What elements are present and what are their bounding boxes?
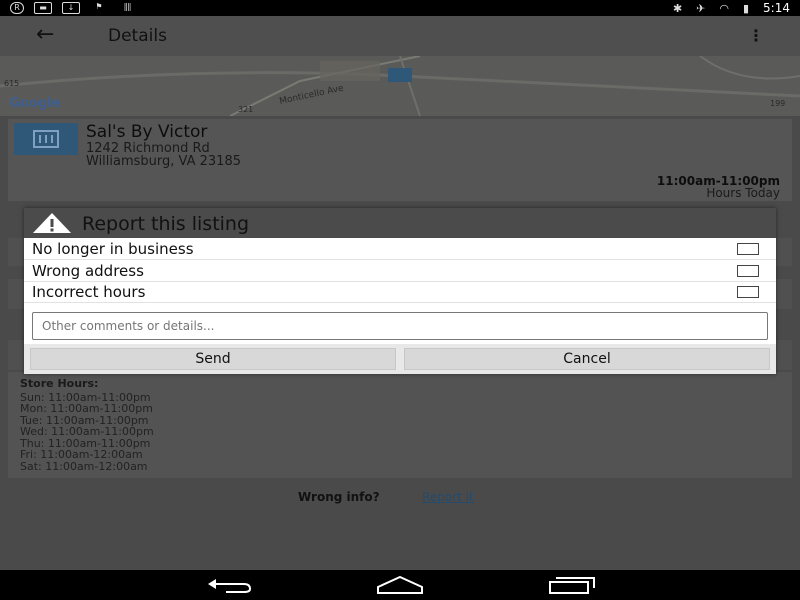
wifi-icon: ◠ — [719, 1, 729, 15]
business-icon — [14, 123, 78, 155]
option-incorrect-hours[interactable]: Incorrect hours — [24, 282, 776, 303]
dialog-title: Report this listing — [82, 213, 250, 235]
road-label: 321 — [238, 105, 253, 114]
option-no-longer-in-business[interactable]: No longer in business — [24, 239, 776, 260]
option-label: Wrong address — [32, 262, 144, 280]
battery-icon: ▮ — [742, 1, 750, 15]
warning-icon — [33, 213, 71, 233]
checkbox[interactable] — [737, 265, 759, 277]
map-view[interactable]: Monticello Ave 321 615 199 — [0, 56, 800, 116]
flag-icon: ⚑ — [95, 2, 103, 11]
page-title: Details — [108, 26, 167, 46]
overflow-menu-icon[interactable]: ⋮ — [748, 26, 764, 45]
dialog-button-bar: Send Cancel — [24, 344, 776, 374]
road-label: 615 — [4, 79, 19, 88]
checkbox[interactable] — [737, 286, 759, 298]
road-label: 199 — [770, 99, 785, 108]
wrong-info-text: Wrong info? — [298, 490, 380, 504]
business-name: Sal's By Victor — [86, 122, 208, 142]
report-listing-dialog: Report this listing No longer in busines… — [24, 208, 776, 374]
r-badge-icon: R — [10, 2, 24, 14]
address-line2: Williamsburg, VA 23185 — [86, 154, 241, 169]
airplane-icon: ✈ — [696, 1, 706, 15]
back-nav-icon[interactable] — [206, 576, 252, 594]
message-icon: ▬ — [34, 2, 52, 14]
cancel-button[interactable]: Cancel — [404, 348, 770, 370]
bluetooth-icon: ✱ — [672, 1, 683, 15]
navigation-bar — [0, 570, 800, 600]
option-label: No longer in business — [32, 240, 194, 258]
option-wrong-address[interactable]: Wrong address — [24, 261, 776, 282]
back-arrow-icon[interactable]: ← — [36, 22, 54, 47]
hours-today-label: Hours Today — [706, 186, 780, 200]
send-button[interactable]: Send — [30, 348, 396, 370]
checkbox[interactable] — [737, 243, 759, 255]
google-logo: Google — [9, 96, 61, 111]
status-bar: R ▬ ↓ ⚑ |||| ✱ ✈ ◠ ▮ 5:14 — [0, 0, 800, 16]
home-nav-icon[interactable] — [376, 576, 424, 594]
report-it-link[interactable]: Report it — [422, 490, 474, 504]
dialog-header: Report this listing — [24, 208, 776, 238]
status-time: 5:14 — [763, 1, 790, 15]
option-label: Incorrect hours — [32, 283, 146, 301]
store-hours-title: Store Hours: — [20, 377, 99, 390]
comments-input[interactable] — [32, 312, 768, 340]
app-bar: ← Details ⋮ — [0, 16, 800, 56]
recents-nav-icon[interactable] — [548, 576, 596, 594]
store-hours-line: Sat: 11:00am-12:00am — [20, 460, 148, 473]
download-icon: ↓ — [62, 2, 80, 14]
barcode-icon: |||| — [123, 2, 132, 11]
